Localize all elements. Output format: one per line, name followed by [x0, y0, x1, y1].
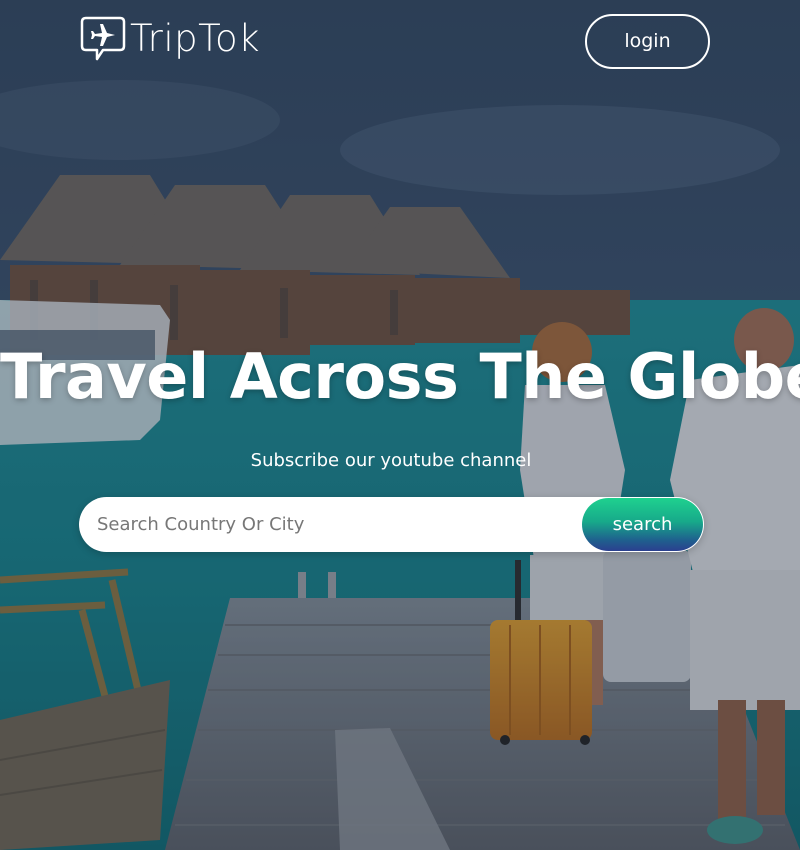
brand-name: TripTok	[130, 17, 261, 60]
hero-dark-overlay	[0, 0, 800, 850]
login-button[interactable]: login	[585, 14, 710, 69]
brand-logo[interactable]: TripTok	[80, 14, 260, 64]
top-navbar: TripTok login	[0, 0, 800, 90]
search-bar: search	[79, 497, 704, 552]
hero-headline: Travel Across The Globe	[0, 340, 800, 413]
search-button[interactable]: search	[582, 498, 703, 551]
search-input[interactable]	[97, 497, 577, 552]
plane-chat-icon	[80, 16, 126, 61]
hero-section: TripTok login Travel Across The Globe Su…	[0, 0, 800, 850]
hero-subtitle: Subscribe our youtube channel	[250, 450, 532, 471]
